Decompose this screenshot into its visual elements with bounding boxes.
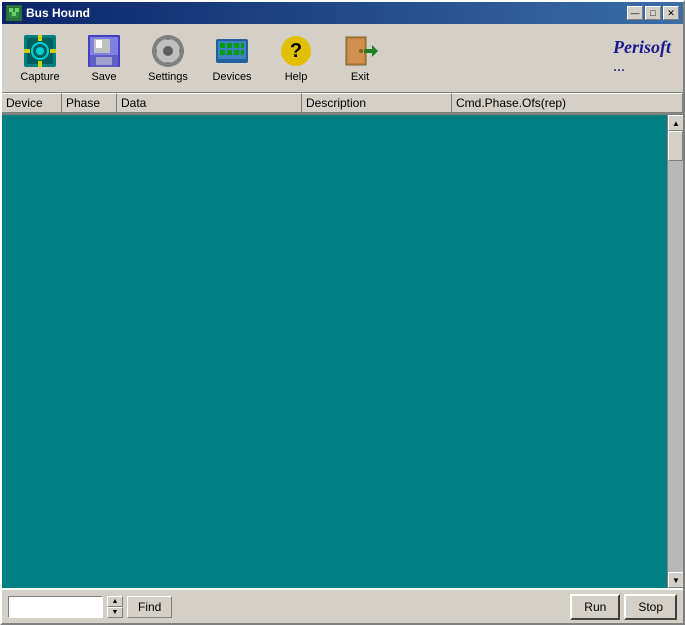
app-icon [6,5,22,21]
col-header-data: Data [117,93,302,113]
col-header-device: Device [2,93,62,113]
capture-icon [22,33,58,69]
run-button[interactable]: Run [570,594,620,620]
title-controls: — □ ✕ [627,6,679,20]
devices-icon [214,33,250,69]
save-icon [86,33,122,69]
toolbar: Capture Save [2,24,683,93]
help-button[interactable]: ? Help [266,28,326,88]
help-label: Help [285,71,308,83]
find-button[interactable]: Find [127,596,172,618]
minimize-button[interactable]: — [627,6,643,20]
settings-icon [150,33,186,69]
perisoft-logo: Perisoft ··· [613,37,671,79]
window-title: Bus Hound [26,6,90,20]
exit-button[interactable]: Exit [330,28,390,88]
search-input[interactable] [8,596,103,618]
stop-button[interactable]: Stop [624,594,677,620]
search-spinner: ▲ ▼ [107,596,123,618]
bottom-bar: ▲ ▼ Find Run Stop [2,588,683,623]
maximize-button[interactable]: □ [645,6,661,20]
close-button[interactable]: ✕ [663,6,679,20]
capture-button[interactable]: Capture [10,28,70,88]
col-header-cmd: Cmd.Phase.Ofs(rep) [452,93,683,113]
devices-label: Devices [212,71,251,83]
help-icon: ? [278,33,314,69]
scroll-down-button[interactable]: ▼ [668,572,683,588]
col-header-phase: Phase [62,93,117,113]
title-bar-left: Bus Hound [6,5,90,21]
save-button[interactable]: Save [74,28,134,88]
data-area [2,115,667,588]
col-header-description: Description [302,93,452,113]
svg-text:?: ? [290,40,302,62]
content-area: ▲ ▼ [2,115,683,588]
save-label: Save [91,71,116,83]
logo-dots: ··· [613,63,625,77]
main-window: Bus Hound — □ ✕ Captu [0,0,685,625]
spinner-down-button[interactable]: ▼ [107,607,123,618]
capture-label: Capture [20,71,59,83]
scroll-track[interactable] [668,131,683,572]
settings-button[interactable]: Settings [138,28,198,88]
scroll-thumb[interactable] [668,131,683,161]
devices-button[interactable]: Devices [202,28,262,88]
vertical-scrollbar: ▲ ▼ [667,115,683,588]
exit-icon [342,33,378,69]
title-bar: Bus Hound — □ ✕ [2,2,683,24]
logo-text: Perisoft [613,37,671,57]
spinner-up-button[interactable]: ▲ [107,596,123,607]
column-headers: Device Phase Data Description Cmd.Phase.… [2,93,683,115]
scroll-up-button[interactable]: ▲ [668,115,683,131]
settings-label: Settings [148,71,188,83]
exit-label: Exit [351,71,369,83]
